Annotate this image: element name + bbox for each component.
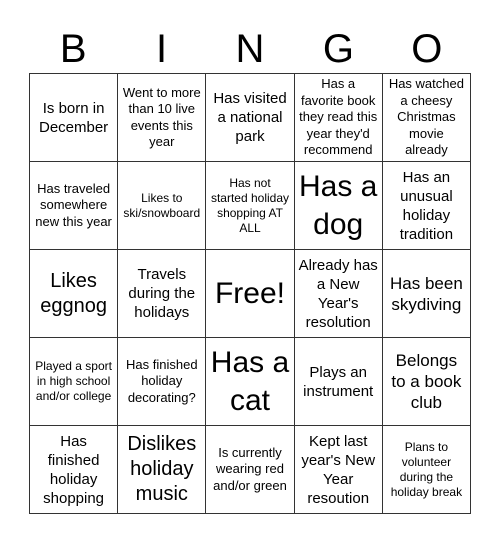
- bingo-cell[interactable]: Has traveled somewhere new this year: [30, 162, 119, 250]
- cell-label: Kept last year's New Year resoution: [301, 432, 376, 507]
- bingo-cell[interactable]: Belongs to a book club: [382, 338, 471, 426]
- cell-label: Has finished holiday decorating?: [126, 356, 198, 405]
- bingo-board: Is born in December Went to more than 10 …: [29, 73, 471, 514]
- bingo-cell[interactable]: Has a dog: [294, 162, 383, 250]
- bingo-header: BINGO: [29, 26, 471, 72]
- bingo-cell[interactable]: Already has a New Year's resolution: [294, 250, 383, 338]
- cell-label: Has a favorite book they read this year …: [299, 76, 378, 158]
- bingo-cell[interactable]: Has a favorite book they read this year …: [294, 74, 383, 162]
- bingo-cell[interactable]: Is born in December: [30, 74, 119, 162]
- bingo-cell[interactable]: Has been skydiving: [382, 250, 471, 338]
- header-letter-n: N: [235, 27, 265, 71]
- cell-label: Likes eggnog: [40, 269, 107, 317]
- bingo-cell[interactable]: Plays an instrument: [294, 338, 383, 426]
- cell-label: Has traveled somewhere new this year: [35, 180, 112, 229]
- bingo-cell[interactable]: Has not started holiday shopping AT ALL: [206, 162, 295, 250]
- cell-label: Dislikes holiday music: [127, 433, 197, 505]
- cell-label: Already has a New Year's resolution: [298, 256, 378, 331]
- cell-label: Is born in December: [38, 99, 109, 136]
- cell-label: Has been skydiving: [390, 273, 463, 314]
- bingo-cell[interactable]: Travels during the holidays: [118, 250, 207, 338]
- cell-label: Has a cat: [210, 345, 290, 417]
- cell-label: Has watched a cheesy Christmas movie alr…: [388, 76, 464, 158]
- bingo-cell[interactable]: Played a sport in high school and/or col…: [30, 338, 119, 426]
- bingo-cell[interactable]: Likes to ski/snowboard: [118, 162, 207, 250]
- cell-label: Travels during the holidays: [128, 266, 196, 321]
- bingo-cell[interactable]: Has finished holiday shopping: [30, 426, 119, 514]
- cell-label: Has finished holiday shopping: [43, 432, 105, 507]
- bingo-cell[interactable]: Has an unusual holiday tradition: [382, 162, 471, 250]
- cell-label: Has a dog: [299, 169, 378, 241]
- bingo-cell[interactable]: Dislikes holiday music: [118, 426, 207, 514]
- bingo-cell[interactable]: Is currently wearing red and/or green: [206, 426, 295, 514]
- bingo-cell[interactable]: Went to more than 10 live events this ye…: [118, 74, 207, 162]
- cell-label: Likes to ski/snowboard: [123, 190, 201, 220]
- cell-label: Is currently wearing red and/or green: [213, 444, 287, 493]
- free-space-cell[interactable]: Free!: [206, 250, 295, 338]
- cell-label: Has not started holiday shopping AT ALL: [210, 175, 290, 235]
- cell-label: Free!: [214, 276, 285, 310]
- bingo-cell[interactable]: Has a cat: [206, 338, 295, 426]
- cell-label: Belongs to a book club: [391, 351, 462, 412]
- header-letter-i: I: [156, 27, 168, 71]
- bingo-cell[interactable]: Likes eggnog: [30, 250, 119, 338]
- bingo-cell[interactable]: Kept last year's New Year resoution: [294, 426, 383, 514]
- cell-label: Plays an instrument: [303, 363, 374, 400]
- cell-label: Went to more than 10 live events this ye…: [122, 84, 201, 150]
- cell-label: Has an unusual holiday tradition: [399, 168, 454, 243]
- header-letter-o: O: [411, 27, 443, 71]
- header-letter-g: G: [322, 27, 354, 71]
- cell-label: Plans to volunteer during the holiday br…: [390, 439, 463, 499]
- cell-label: Has visited a national park: [213, 90, 287, 145]
- header-letter-b: B: [59, 27, 87, 71]
- bingo-cell[interactable]: Plans to volunteer during the holiday br…: [382, 426, 471, 514]
- bingo-cell[interactable]: Has visited a national park: [206, 74, 295, 162]
- bingo-cell[interactable]: Has watched a cheesy Christmas movie alr…: [382, 74, 471, 162]
- cell-label: Played a sport in high school and/or col…: [35, 359, 112, 403]
- bingo-cell[interactable]: Has finished holiday decorating?: [118, 338, 207, 426]
